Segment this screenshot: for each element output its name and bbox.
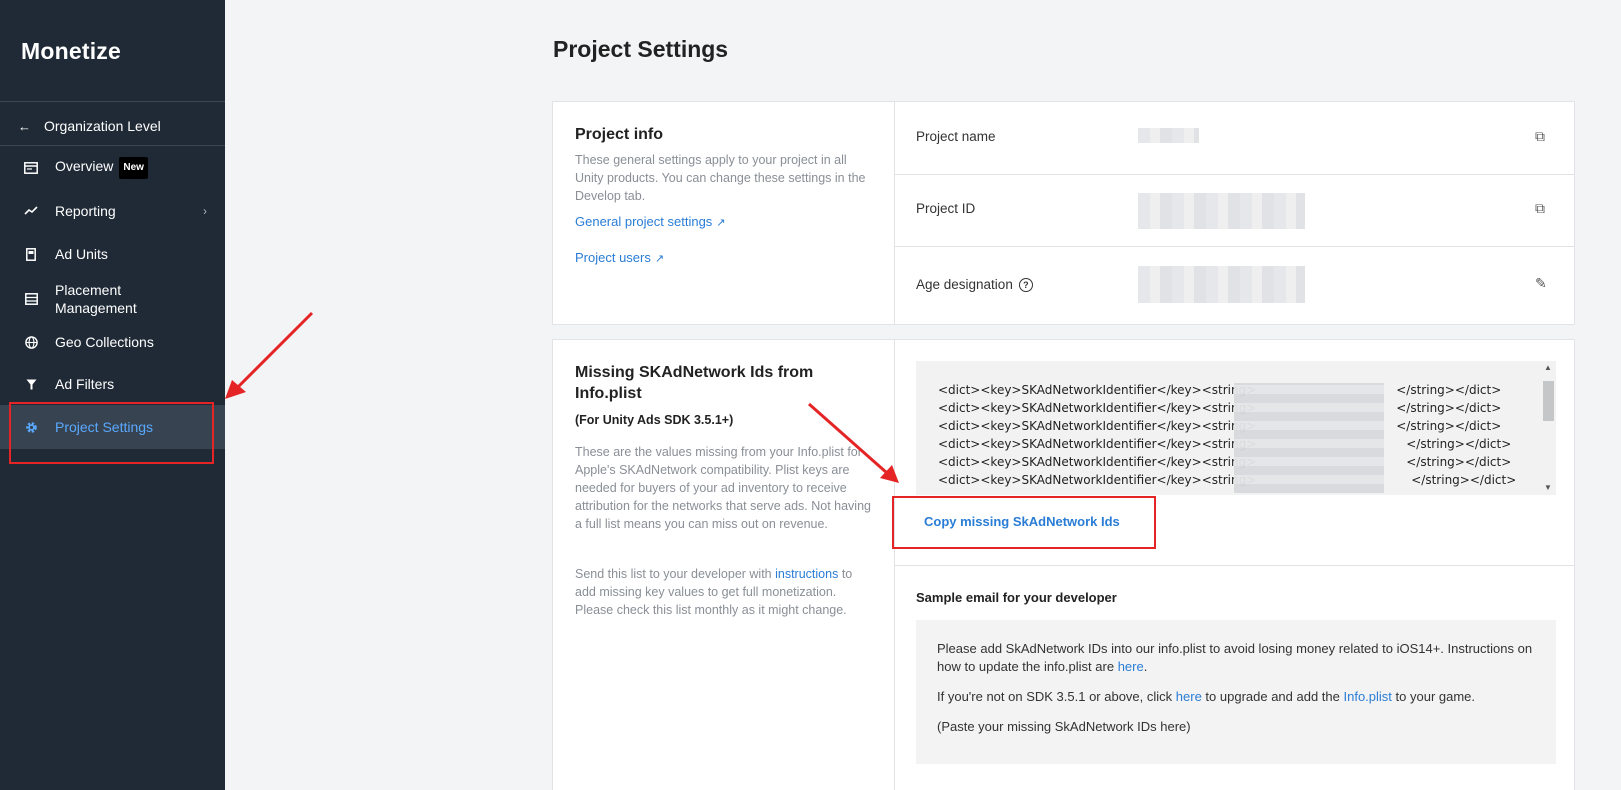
annotation-arrows [225, 311, 899, 483]
